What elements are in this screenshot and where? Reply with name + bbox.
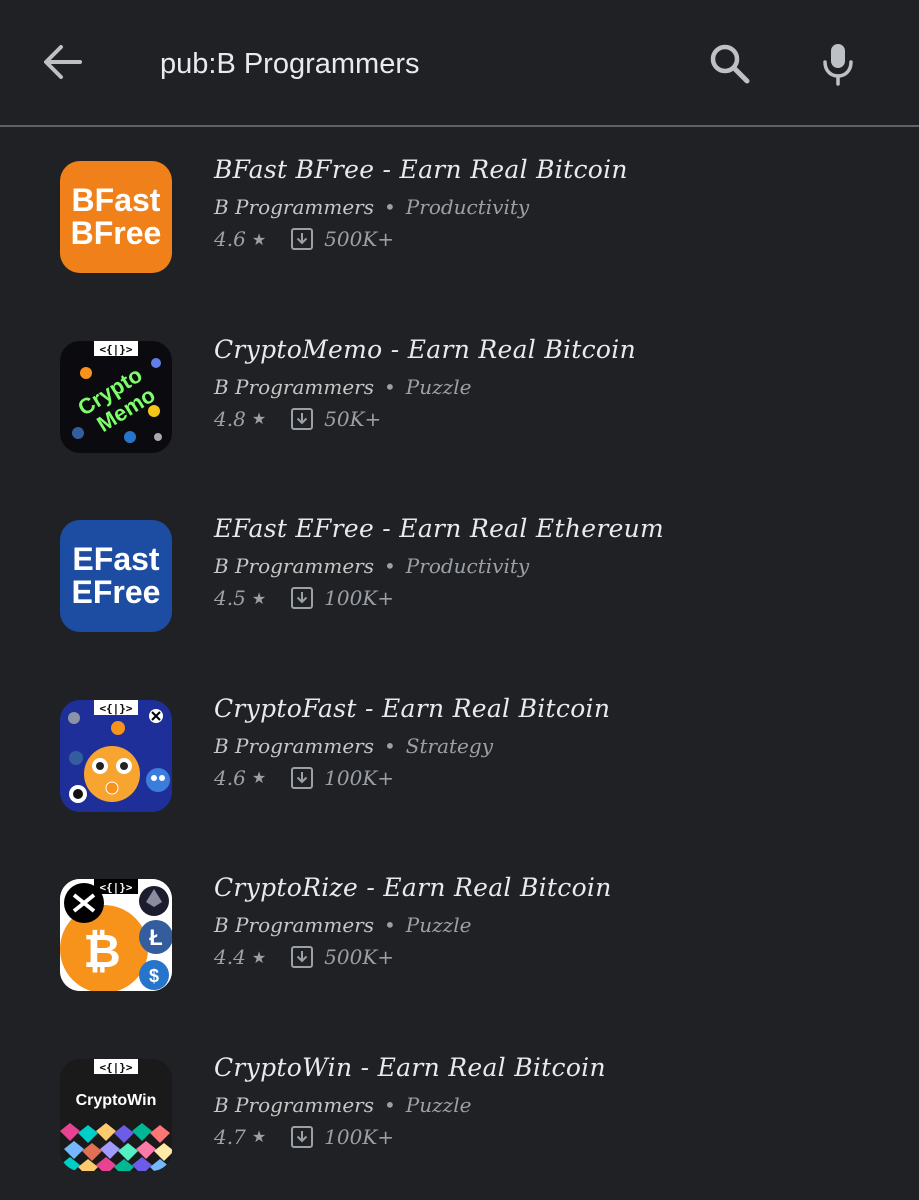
app-icon-bfast: BFast BFree <box>60 161 172 273</box>
svg-text:$: $ <box>149 966 159 986</box>
download-count: 500K+ <box>324 227 395 251</box>
developer-name: B Programmers <box>214 195 374 219</box>
icon-tag: <{|}> <box>99 881 132 894</box>
icon-tag: <{|}> <box>99 702 132 715</box>
app-icon-cryptomemo: <{|}> Crypto Memo <box>60 340 172 453</box>
app-icon-cryptofast: <{|}> <box>60 699 172 812</box>
download-icon <box>291 946 314 969</box>
app-rating: 4.7 <box>214 1124 246 1149</box>
download-icon <box>291 228 314 250</box>
app-meta: B Programmers • Productivity <box>214 554 530 579</box>
arrow-back-icon <box>44 45 82 79</box>
icon-text: BFast <box>72 182 161 218</box>
download-icon <box>291 407 314 430</box>
icon-text: BFree <box>71 215 162 251</box>
app-meta: B Programmers • Puzzle <box>214 913 472 938</box>
app-icon-cryptowin: <{|}> CryptoWin <box>60 1058 172 1171</box>
developer-name: B Programmers <box>214 374 374 399</box>
svg-text:₿: ₿ <box>83 925 121 977</box>
app-category: Productivity <box>405 195 530 219</box>
star-icon: ★ <box>251 768 267 788</box>
icon-tag: <{|}> <box>99 1061 132 1074</box>
app-rating: 4.5 <box>214 586 246 611</box>
download-icon <box>291 766 314 789</box>
list-item[interactable]: <{|}> Crypto Memo CryptoMemo - Earn Real… <box>0 307 919 487</box>
app-stats: 4.5 ★ 100K+ <box>214 586 394 610</box>
list-item[interactable]: EFast EFree EFast EFree - Earn Real Ethe… <box>0 486 919 666</box>
icon-tag: <{|}> <box>99 343 132 356</box>
app-stats: 4.6 ★ 500K+ <box>214 227 394 251</box>
app-stats: 4.6 ★ 100K+ <box>214 766 394 790</box>
download-count: 100K+ <box>324 765 395 790</box>
search-button[interactable] <box>700 34 760 94</box>
developer-name: B Programmers <box>214 913 374 938</box>
app-title: CryptoFast - Earn Real Bitcoin <box>214 693 611 723</box>
search-input[interactable]: pub:B Programmers <box>160 42 420 86</box>
svg-text:Ł: Ł <box>149 925 162 950</box>
app-rating: 4.6 <box>214 765 246 790</box>
app-icon-efast: EFast EFree <box>60 520 172 633</box>
download-count: 100K+ <box>324 586 395 611</box>
app-meta: B Programmers • Strategy <box>214 733 493 758</box>
star-icon: ★ <box>251 947 267 967</box>
search-results-list: BFast BFree BFast BFree - Earn Real Bitc… <box>0 127 919 1200</box>
app-rating: 4.6 <box>214 227 246 251</box>
developer-name: B Programmers <box>214 1092 374 1117</box>
download-count: 50K+ <box>324 406 382 431</box>
app-stats: 4.8 ★ 50K+ <box>214 407 381 431</box>
voice-search-button[interactable] <box>808 34 868 94</box>
download-icon <box>291 1125 314 1148</box>
app-icon-cryptorize: ₿ <{|}> Ł $ <box>60 879 172 992</box>
app-title: CryptoMemo - Earn Real Bitcoin <box>214 334 636 364</box>
app-category: Productivity <box>405 554 530 579</box>
app-title: CryptoWin - Earn Real Bitcoin <box>214 1052 606 1082</box>
list-item[interactable]: ₿ <{|}> Ł $ CryptoRize - Earn Real Bitco… <box>0 845 919 1025</box>
developer-name: B Programmers <box>214 733 374 758</box>
app-title: BFast BFree - Earn Real Bitcoin <box>214 155 628 184</box>
star-icon: ★ <box>251 1127 267 1147</box>
app-stats: 4.4 ★ 500K+ <box>214 945 394 969</box>
app-rating: 4.4 <box>214 945 246 970</box>
app-category: Puzzle <box>405 913 472 938</box>
download-count: 100K+ <box>324 1124 395 1149</box>
app-title: CryptoRize - Earn Real Bitcoin <box>214 873 612 903</box>
app-category: Puzzle <box>405 374 472 399</box>
download-count: 500K+ <box>324 945 395 970</box>
app-meta: B Programmers • Puzzle <box>214 374 472 399</box>
search-icon <box>710 44 750 84</box>
app-meta: B Programmers • Puzzle <box>214 1092 472 1117</box>
list-item[interactable]: <{|}> CryptoWin CryptoWin - Earn Real Bi… <box>0 1025 919 1200</box>
download-icon <box>291 587 314 610</box>
app-title: EFast EFree - Earn Real Ethereum <box>214 514 665 544</box>
list-item[interactable]: <{|}> CryptoFast - Earn Real Bitcoin B P… <box>0 666 919 846</box>
list-item[interactable]: BFast BFree BFast BFree - Earn Real Bitc… <box>0 127 919 307</box>
app-stats: 4.7 ★ 100K+ <box>214 1125 394 1149</box>
app-meta: B Programmers • Productivity <box>214 195 530 219</box>
app-rating: 4.8 <box>214 406 246 431</box>
icon-text: EFast <box>72 541 159 577</box>
icon-text: CryptoWin <box>76 1092 157 1109</box>
star-icon: ★ <box>251 588 267 608</box>
top-app-bar: pub:B Programmers <box>0 0 919 127</box>
icon-text: EFree <box>72 574 161 610</box>
microphone-icon <box>823 44 853 86</box>
app-category: Puzzle <box>405 1092 472 1117</box>
star-icon: ★ <box>251 229 267 249</box>
back-button[interactable] <box>34 34 90 90</box>
star-icon: ★ <box>251 409 267 429</box>
app-category: Strategy <box>405 733 493 758</box>
developer-name: B Programmers <box>214 554 374 579</box>
